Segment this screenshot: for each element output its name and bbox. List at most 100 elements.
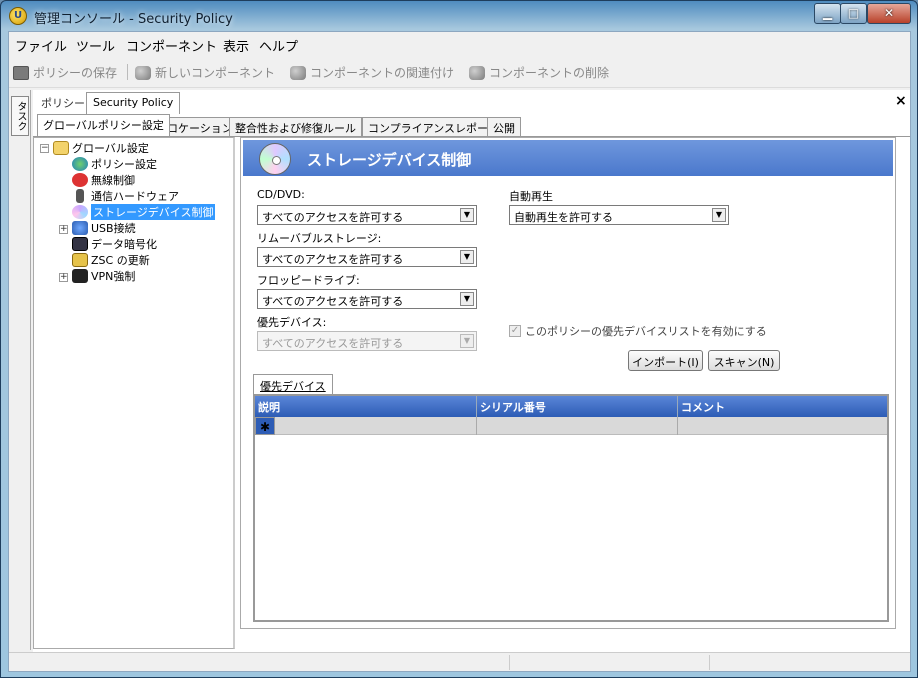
new-component-button[interactable]: 新しいコンポーネント — [135, 64, 275, 81]
app-window: U 管理コンソール - Security Policy ▁ □ ✕ ファイル ツ… — [0, 0, 918, 678]
document-tab-bar: ポリシー Security Policy × — [33, 90, 910, 114]
policy-tab-label: ポリシー — [41, 97, 85, 110]
menu-tools[interactable]: ツール — [76, 36, 115, 55]
tree-item-policy-settings[interactable]: ポリシー設定 — [72, 156, 157, 172]
delete-component-button[interactable]: コンポーネントの削除 — [469, 64, 609, 81]
tree-item-usb[interactable]: USB接続 — [72, 220, 136, 236]
tab-integrity-rules[interactable]: 整合性および修復ルール — [229, 117, 362, 136]
expand-icon[interactable]: + — [59, 225, 68, 234]
chevron-down-icon: ▼ — [460, 250, 474, 264]
link-component-label: コンポーネントの関連付け — [310, 66, 455, 80]
tree-root-global-settings[interactable]: グローバル設定 — [53, 140, 149, 156]
cd-icon — [259, 143, 291, 175]
tab-location[interactable]: ロケーション — [161, 117, 239, 136]
document-area: ポリシー Security Policy × グローバルポリシー設定 ロケーショ… — [33, 90, 910, 652]
tree-node-label: ポリシー設定 — [91, 158, 157, 171]
tab-preferred-devices[interactable]: 優先デバイス — [253, 374, 333, 394]
tree-item-comm-hardware[interactable]: 通信ハードウェア — [72, 188, 179, 204]
removable-storage-select[interactable]: すべてのアクセスを許可する ▼ — [257, 247, 477, 267]
policy-panel: − グローバル設定 ポリシー設定 無線制御 通信ハードウェア ストレージデバイス… — [33, 136, 910, 652]
grid-header: 説明 シリアル番号 コメント — [255, 396, 887, 417]
scan-button[interactable]: スキャン(N) — [708, 350, 780, 371]
cell-serial[interactable] — [477, 417, 678, 435]
new-component-label: 新しいコンポーネント — [155, 66, 276, 80]
chevron-down-icon: ▼ — [460, 292, 474, 306]
tree-item-zsc-update[interactable]: ZSC の更新 — [72, 252, 150, 268]
chevron-down-icon: ▼ — [460, 208, 474, 222]
tree-node-label: VPN強制 — [91, 270, 136, 283]
close-document-icon[interactable]: × — [895, 93, 907, 109]
preferred-devices-grid: 説明 シリアル番号 コメント ✱ — [253, 394, 889, 622]
floppy-label: フロッピードライブ: — [257, 274, 360, 287]
cell-description[interactable] — [275, 417, 477, 435]
delete-icon — [469, 65, 485, 80]
tab-publish[interactable]: 公開 — [487, 117, 521, 136]
close-icon: ✕ — [883, 6, 895, 20]
tab-global-policy[interactable]: グローバルポリシー設定 — [37, 114, 170, 136]
chevron-down-icon: ▼ — [460, 334, 474, 348]
tree-item-wireless[interactable]: 無線制御 — [72, 172, 135, 188]
tree-node-label: 通信ハードウェア — [91, 190, 179, 203]
menu-view[interactable]: 表示 — [223, 36, 249, 55]
toolbar: ポリシーの保存 新しいコンポーネント コンポーネントの関連付け コンポーネントの… — [9, 58, 910, 88]
link-icon — [290, 65, 306, 80]
folder-icon — [53, 141, 69, 155]
preferred-device-value: すべてのアクセスを許可する — [262, 337, 404, 350]
preferred-list-checkbox[interactable]: ✓ このポリシーの優先デバイスリストを有効にする — [509, 323, 767, 339]
autoplay-value: 自動再生を許可する — [514, 211, 613, 224]
preferred-list-label: このポリシーの優先デバイスリストを有効にする — [525, 325, 767, 338]
close-button[interactable]: ✕ — [867, 3, 911, 24]
globe-icon — [72, 157, 88, 171]
menu-bar: ファイル ツール コンポーネント 表示 ヘルプ — [9, 32, 910, 56]
tree-node-label: ストレージデバイス制御 — [91, 204, 216, 220]
app-icon: U — [9, 7, 27, 25]
cd-dvd-value: すべてのアクセスを許可する — [262, 211, 404, 224]
autoplay-label: 自動再生 — [509, 190, 553, 203]
preferred-device-select[interactable]: すべてのアクセスを許可する ▼ — [257, 331, 477, 351]
menu-file[interactable]: ファイル — [15, 36, 67, 55]
link-component-button[interactable]: コンポーネントの関連付け — [290, 64, 454, 81]
removable-storage-label: リムーバブルストレージ: — [257, 232, 382, 245]
wireless-icon — [72, 173, 88, 187]
column-serial[interactable]: シリアル番号 — [477, 396, 678, 417]
menu-help[interactable]: ヘルプ — [259, 36, 298, 55]
vpn-icon — [72, 269, 88, 283]
tasks-tab[interactable]: タスク — [11, 96, 29, 136]
minimize-button[interactable]: ▁ — [814, 3, 841, 24]
hardware-icon — [76, 189, 84, 203]
tab-compliance-report[interactable]: コンプライアンスレポート — [362, 117, 506, 136]
save-policy-label: ポリシーの保存 — [33, 66, 118, 80]
floppy-value: すべてのアクセスを許可する — [262, 295, 404, 308]
maximize-button[interactable]: □ — [840, 3, 867, 24]
save-icon — [13, 65, 29, 80]
component-icon — [135, 65, 151, 80]
import-button[interactable]: インポート(I) — [628, 350, 703, 371]
tree-item-storage-control[interactable]: ストレージデバイス制御 — [72, 204, 216, 220]
status-bar — [9, 652, 910, 671]
floppy-select[interactable]: すべてのアクセスを許可する ▼ — [257, 289, 477, 309]
tab-security-policy[interactable]: Security Policy — [86, 92, 181, 114]
tree-node-label: ZSC の更新 — [91, 254, 150, 267]
update-icon — [72, 253, 88, 267]
disc-icon — [72, 205, 88, 219]
column-comment[interactable]: コメント — [678, 396, 887, 417]
collapse-icon[interactable]: − — [40, 144, 49, 153]
menu-component[interactable]: コンポーネント — [126, 36, 217, 55]
removable-storage-value: すべてのアクセスを許可する — [262, 253, 404, 266]
tree-item-encryption[interactable]: データ暗号化 — [72, 236, 157, 252]
title-bar[interactable]: U 管理コンソール - Security Policy ▁ □ ✕ — [1, 1, 917, 31]
panel-title: ストレージデバイス制御 — [307, 151, 472, 169]
table-row[interactable]: ✱ — [255, 417, 887, 435]
new-row-icon: ✱ — [255, 417, 275, 435]
status-segment — [509, 655, 709, 670]
tree-item-vpn[interactable]: VPN強制 — [72, 268, 135, 284]
expand-icon[interactable]: + — [59, 273, 68, 282]
storage-control-panel: ストレージデバイス制御 CD/DVD: すべてのアクセスを許可する ▼ リムーバ… — [240, 137, 896, 629]
tree-node-label: USB接続 — [91, 222, 136, 235]
cd-dvd-select[interactable]: すべてのアクセスを許可する ▼ — [257, 205, 477, 225]
save-policy-button[interactable]: ポリシーの保存 — [13, 64, 117, 81]
tree-node-label: グローバル設定 — [72, 142, 149, 155]
column-description[interactable]: 説明 — [255, 396, 477, 417]
autoplay-select[interactable]: 自動再生を許可する ▼ — [509, 205, 729, 225]
cell-comment[interactable] — [678, 417, 887, 435]
